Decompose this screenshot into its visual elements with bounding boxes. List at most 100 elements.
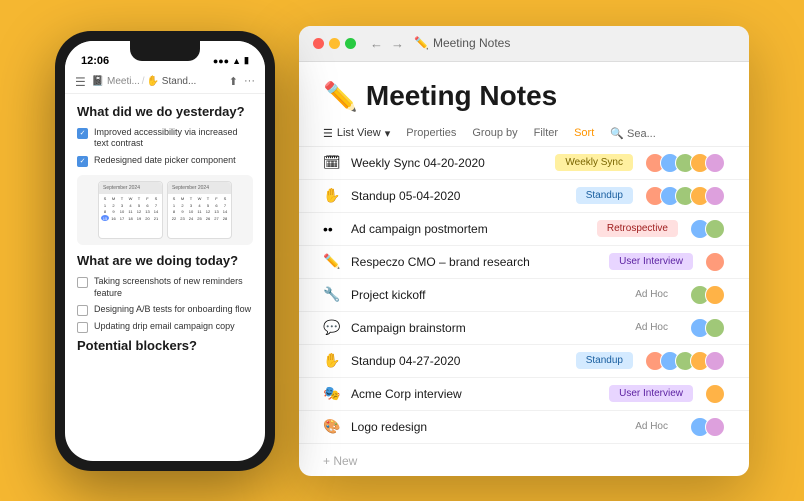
row-tag: Ad Hoc: [625, 286, 678, 303]
back-icon[interactable]: ←: [370, 36, 383, 51]
avatar: [705, 186, 725, 206]
row-title: Campaign brainstorm: [351, 321, 617, 335]
row-title: Logo redesign: [351, 420, 617, 434]
table-row[interactable]: ✋Standup 04-27-2020Standup: [299, 345, 749, 378]
properties-button[interactable]: Properties: [406, 127, 456, 139]
section-today: What are we doing today?: [77, 253, 253, 268]
row-tag: User Interview: [609, 253, 693, 270]
breadcrumb: 📓 Meeti... / ✋ Stand...: [92, 76, 223, 87]
cal-header: September 2024: [168, 182, 231, 194]
row-tag: Standup: [576, 352, 633, 369]
table-row[interactable]: ✋Standup 05-04-2020Standup: [299, 180, 749, 213]
check-text: Redesigned date picker component: [94, 155, 236, 167]
table-container: 🗓Weekly Sync 04-20-2020Weekly Sync✋Stand…: [299, 147, 749, 446]
check-text: Designing A/B tests for onboarding flow: [94, 304, 251, 316]
menu-icon[interactable]: ☰: [75, 75, 86, 89]
avatar: [705, 153, 725, 173]
row-tag: Weekly Sync: [555, 154, 633, 171]
titlebar-nav: ← →: [370, 36, 404, 51]
section-yesterday: What did we do yesterday?: [77, 104, 253, 119]
checkbox[interactable]: [77, 305, 88, 316]
row-icon: 💬: [323, 319, 343, 336]
signal-icon: ●●●: [213, 56, 229, 66]
avatar-group: [645, 351, 725, 371]
status-time: 12:06: [81, 55, 109, 67]
check-item: Redesigned date picker component: [77, 155, 253, 167]
avatar: [705, 318, 725, 338]
row-icon: ✏️: [323, 253, 343, 270]
row-icon: 🎨: [323, 418, 343, 435]
list-view-selector[interactable]: ☰ List View ▾: [323, 127, 390, 140]
check-text: Improved accessibility via increased tex…: [94, 127, 253, 150]
view-controls: ☰ List View ▾ Properties Group by Filter…: [299, 121, 749, 147]
wifi-icon: ▲: [232, 56, 241, 66]
row-tag: Ad Hoc: [625, 319, 678, 336]
more-icon[interactable]: ···: [244, 75, 255, 88]
row-icon: 🗓: [323, 154, 343, 171]
checkbox[interactable]: [77, 277, 88, 288]
avatar-group: [690, 285, 725, 305]
checkbox[interactable]: [77, 322, 88, 333]
table-row[interactable]: 🎭Acme Corp interviewUser Interview: [299, 378, 749, 411]
page-title: ✏️ Meeting Notes: [323, 80, 725, 113]
breadcrumb-notes[interactable]: 📓 Meeti...: [92, 76, 140, 87]
forward-icon[interactable]: →: [391, 36, 404, 51]
avatar-group: [690, 417, 725, 437]
cal-grid: SMTWTFS 1234567 891011121314 22232425262…: [168, 194, 231, 224]
row-title: Respeczo CMO – brand research: [351, 255, 601, 269]
list-view-label: List View: [337, 127, 381, 139]
share-icon[interactable]: ⬆: [229, 75, 238, 88]
traffic-lights: [313, 38, 356, 49]
search-button[interactable]: 🔍 Sea...: [610, 127, 656, 140]
check-text: Updating drip email campaign copy: [94, 321, 235, 333]
table-row[interactable]: ✏️ Respeczo CMO – brand research User Inte…: [299, 246, 749, 279]
row-title: Acme Corp interview: [351, 387, 601, 401]
phone-content: What did we do yesterday? Improved acces…: [65, 94, 265, 454]
row-icon: ••: [323, 221, 343, 237]
avatar-group: [690, 318, 725, 338]
titlebar-title: ✏️ Meeting Notes: [414, 36, 735, 50]
breadcrumb-standup[interactable]: ✋ Stand...: [147, 76, 197, 87]
window-body: ✏️ Meeting Notes ☰ List View ▾ Propertie…: [299, 62, 749, 476]
row-tag: Standup: [576, 187, 633, 204]
mini-calendar-2: September 2024 SMTWTFS 1234567 891011121…: [167, 181, 232, 239]
table-row[interactable]: 💬 Campaign brainstorm Ad Hoc: [299, 312, 749, 345]
row-tag: Ad Hoc: [625, 418, 678, 435]
close-button[interactable]: [313, 38, 324, 49]
avatar-group: [690, 219, 725, 239]
new-row-button[interactable]: + New: [299, 446, 749, 476]
row-icon: ✋: [323, 187, 343, 204]
title-emoji: ✏️: [414, 36, 429, 50]
sort-button[interactable]: Sort: [574, 127, 594, 139]
avatar-group: [645, 186, 725, 206]
minimize-button[interactable]: [329, 38, 340, 49]
phone-nav-actions: ⬆ ···: [229, 75, 255, 88]
row-title: Project kickoff: [351, 288, 617, 302]
window-titlebar: ← → ✏️ Meeting Notes: [299, 26, 749, 62]
filter-button[interactable]: Filter: [534, 127, 558, 139]
status-icons: ●●● ▲ ▮: [213, 55, 249, 66]
maximize-button[interactable]: [345, 38, 356, 49]
page-title-emoji: ✏️: [323, 80, 358, 113]
desktop-window: ← → ✏️ Meeting Notes ✏️ Meeting Notes ☰ …: [299, 26, 749, 476]
checkbox[interactable]: [77, 156, 88, 167]
row-tag: Retrospective: [597, 220, 678, 237]
breadcrumb-sep: /: [142, 76, 145, 87]
list-view-icon: ☰: [323, 127, 333, 140]
title-text: Meeting Notes: [433, 36, 510, 50]
avatar-group: [645, 153, 725, 173]
table-row[interactable]: ••Ad campaign postmortemRetrospective: [299, 213, 749, 246]
check-item: Taking screenshots of new reminders feat…: [77, 276, 253, 299]
phone-nav: ☰ 📓 Meeti... / ✋ Stand... ⬆ ···: [65, 71, 265, 94]
table-row[interactable]: 🔧Project kickoffAd Hoc: [299, 279, 749, 312]
row-icon: 🎭: [323, 385, 343, 402]
avatar-group: [705, 252, 725, 272]
group-by-button[interactable]: Group by: [472, 127, 517, 139]
avatar: [705, 285, 725, 305]
cal-header: September 2024: [99, 182, 162, 194]
table-row[interactable]: 🎨 Logo redesign Ad Hoc: [299, 411, 749, 444]
new-row-label: + New: [323, 454, 357, 468]
row-title: Standup 04-27-2020: [351, 354, 568, 368]
checkbox[interactable]: [77, 128, 88, 139]
table-row[interactable]: 🗓Weekly Sync 04-20-2020Weekly Sync: [299, 147, 749, 180]
